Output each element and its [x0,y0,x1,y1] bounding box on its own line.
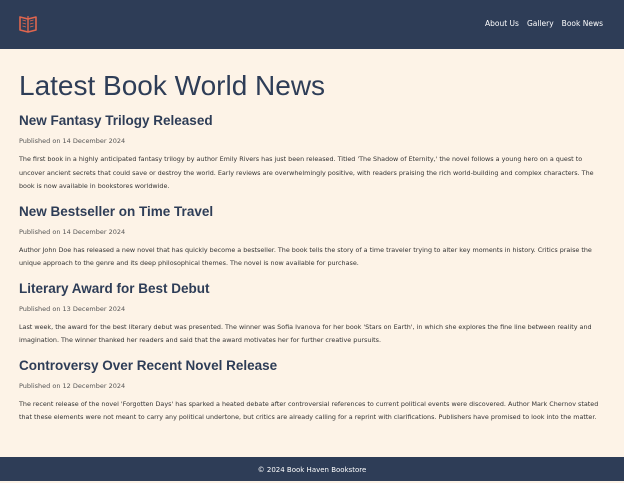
site-footer: © 2024 Book Haven Bookstore [0,457,624,481]
nav-link-about-us[interactable]: About Us [485,19,519,28]
news-content: Latest Book World News New Fantasy Trilo… [19,66,609,425]
nav-link-book-news[interactable]: Book News [562,19,603,28]
nav-link-gallery[interactable]: Gallery [527,19,554,28]
book-logo-icon[interactable] [18,15,38,33]
article-body: Last week, the award for the best litera… [19,322,592,345]
article-date: Published on 14 December 2024 [19,137,126,145]
news-article: Literary Award for Best Debut Published … [19,280,609,348]
article-body: The recent release of the novel 'Forgott… [19,399,599,422]
article-title: New Fantasy Trilogy Released [19,113,213,128]
copyright-text: © 2024 Book Haven Bookstore [257,466,367,474]
article-date: Published on 12 December 2024 [19,381,126,390]
site-header: About Us Gallery Book News [0,0,624,49]
article-date: Published on 13 December 2024 [19,304,126,313]
news-article: Controversy Over Recent Novel Release Pu… [19,357,609,425]
article-date: Published on 14 December 2024 [19,227,126,236]
article-body: The first book in a highly anticipated f… [19,155,594,190]
page-title: Latest Book World News [19,70,326,101]
news-article: New Bestseller on Time Travel Published … [19,203,609,271]
main-nav: About Us Gallery Book News [485,19,603,28]
article-title: New Bestseller on Time Travel [19,203,214,219]
article-body: Author John Doe has released a new novel… [19,245,592,268]
news-article: New Fantasy Trilogy Released Published o… [19,112,609,194]
article-title: Controversy Over Recent Novel Release [19,357,278,373]
article-title: Literary Award for Best Debut [19,280,210,296]
